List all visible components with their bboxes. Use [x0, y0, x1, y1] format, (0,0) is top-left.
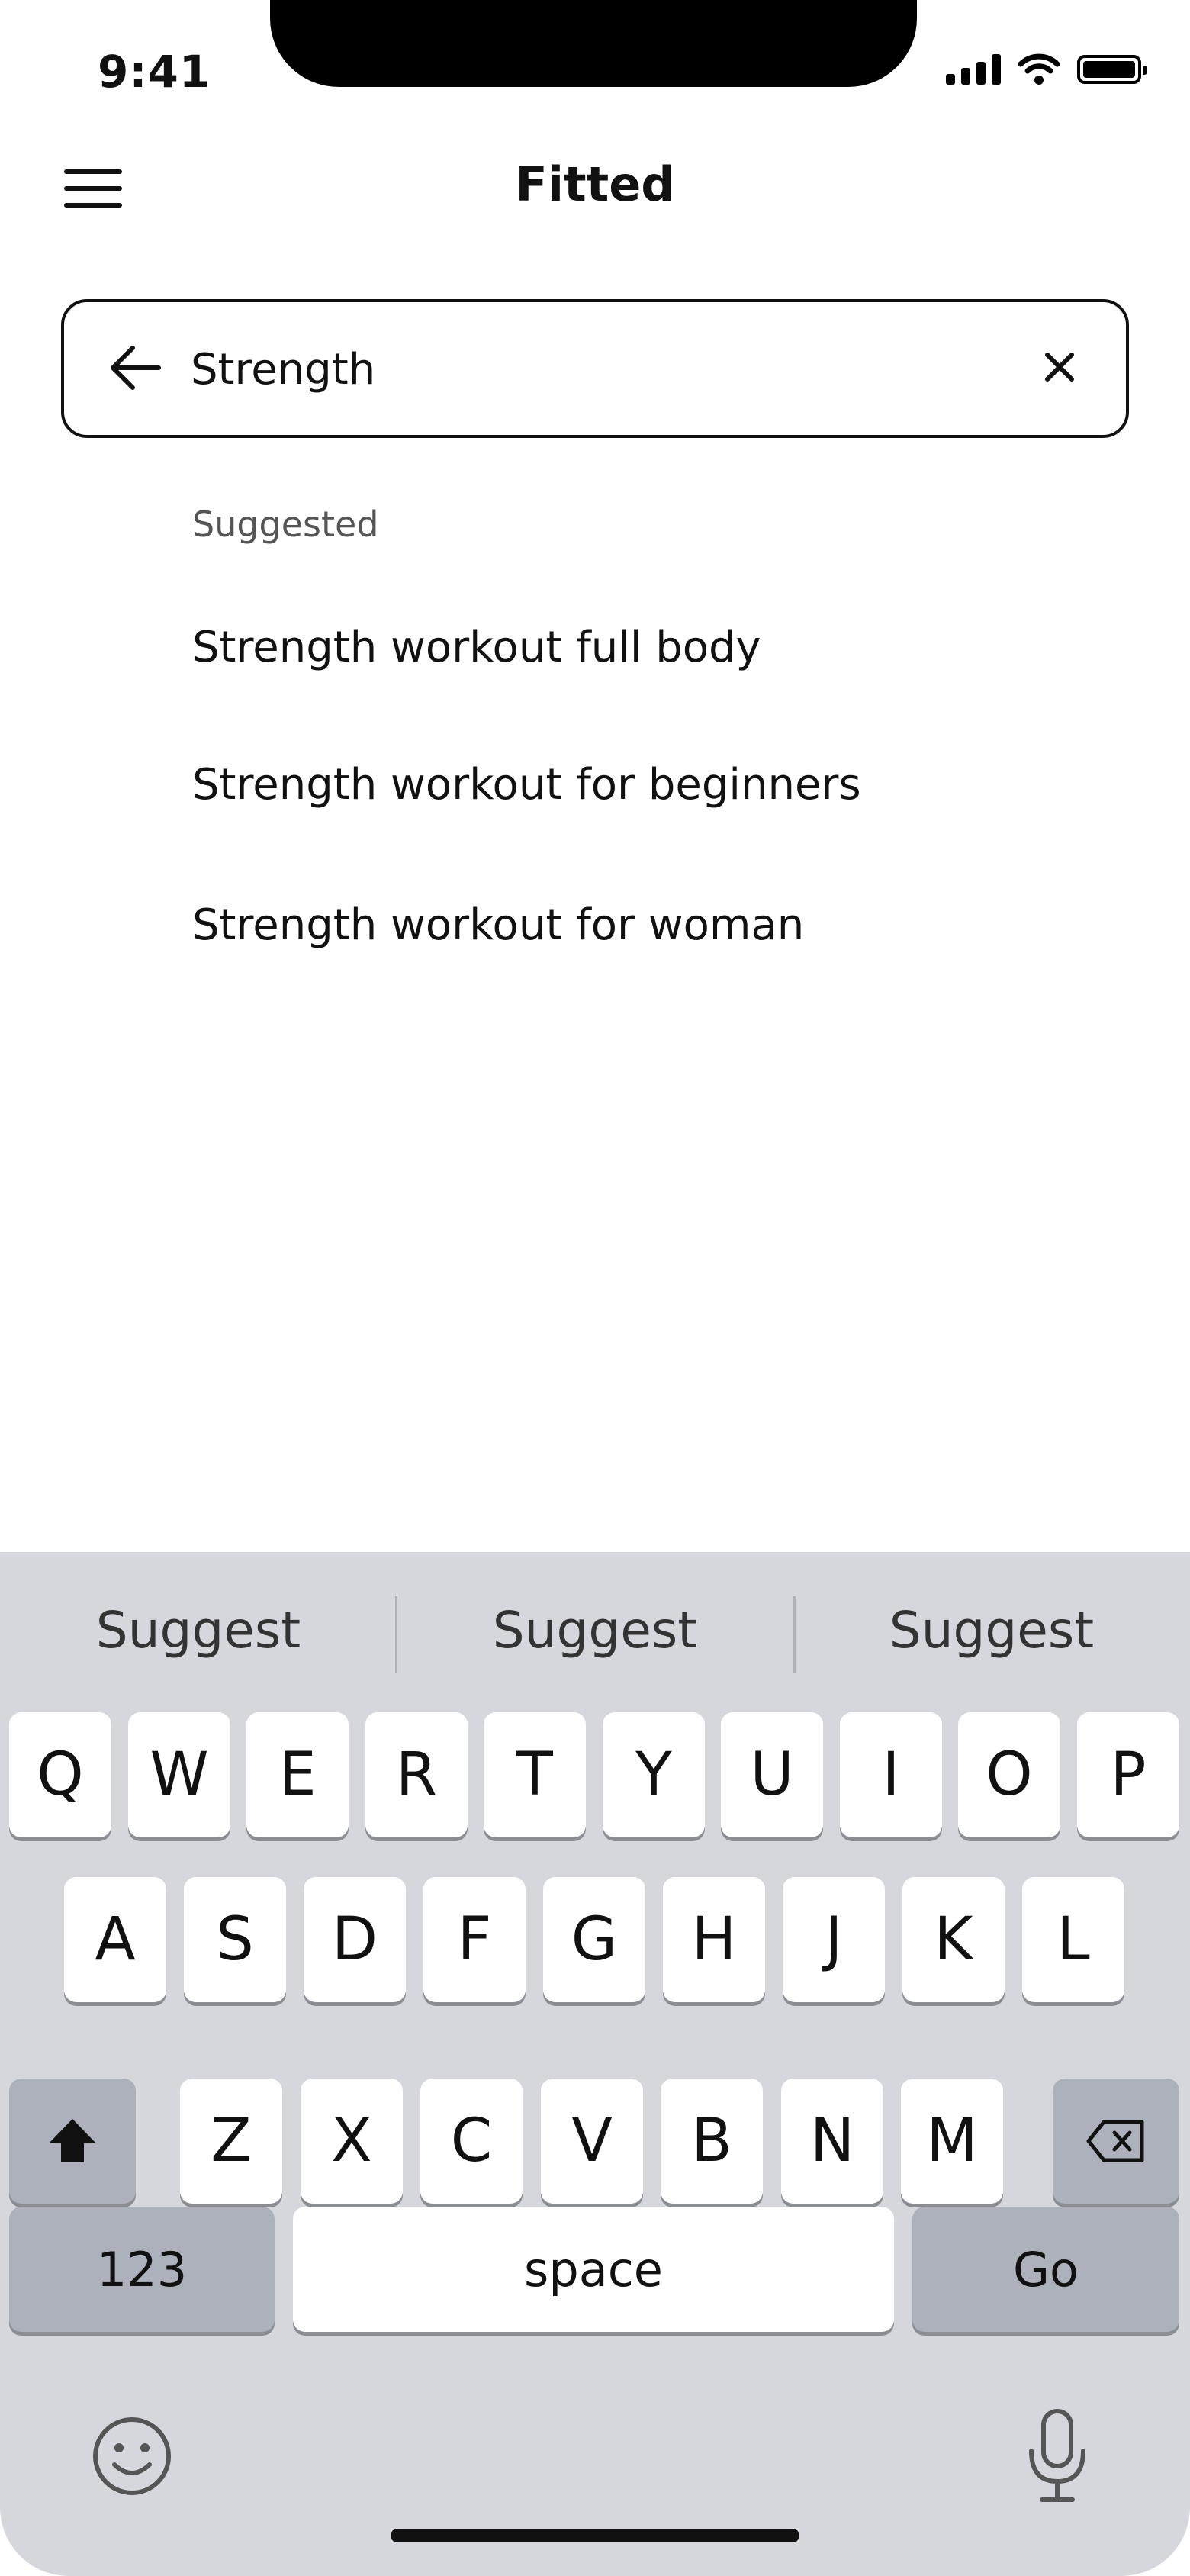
key-a[interactable]: A	[64, 1877, 166, 2002]
key-f[interactable]: F	[423, 1877, 526, 2002]
key-s[interactable]: S	[184, 1877, 286, 2002]
home-indicator[interactable]	[391, 2529, 799, 2542]
key-d[interactable]: D	[304, 1877, 406, 2002]
key-m[interactable]: M	[901, 2079, 1003, 2204]
key-o[interactable]: O	[958, 1712, 1060, 1837]
app-title: Fitted	[515, 156, 675, 212]
keyboard: Suggest Suggest Suggest QWERTYUIOP ASDFG…	[0, 1552, 1190, 2576]
key-v[interactable]: V	[541, 2079, 643, 2204]
key-b[interactable]: B	[661, 2079, 763, 2204]
back-arrow-icon[interactable]	[104, 337, 165, 398]
key-w[interactable]: W	[128, 1712, 230, 1837]
battery-icon	[1077, 55, 1147, 84]
status-time: 9:41	[98, 46, 211, 98]
key-y[interactable]: Y	[603, 1712, 705, 1837]
key-k[interactable]: K	[902, 1877, 1005, 2002]
go-key[interactable]: Go	[912, 2207, 1179, 2332]
shift-arrow-icon	[49, 2119, 96, 2162]
prediction-suggestion[interactable]: Suggest	[793, 1601, 1190, 1660]
notch	[270, 0, 917, 87]
shift-key[interactable]	[9, 2079, 136, 2204]
key-u[interactable]: U	[721, 1712, 823, 1837]
suggestion-item[interactable]: Strength workout for beginners	[192, 760, 861, 810]
suggestion-item[interactable]: Strength workout full body	[192, 623, 761, 672]
key-z[interactable]: Z	[180, 2079, 282, 2204]
key-n[interactable]: N	[781, 2079, 883, 2204]
wifi-icon	[1018, 53, 1060, 85]
key-c[interactable]: C	[420, 2079, 523, 2204]
key-r[interactable]: R	[365, 1712, 468, 1837]
search-input[interactable]	[191, 325, 999, 414]
prediction-suggestion[interactable]: Suggest	[0, 1601, 397, 1660]
key-l[interactable]: L	[1022, 1877, 1124, 2002]
space-key[interactable]: space	[293, 2207, 894, 2332]
emoji-icon[interactable]	[90, 2414, 174, 2498]
key-j[interactable]: J	[783, 1877, 885, 2002]
key-t[interactable]: T	[484, 1712, 586, 1837]
key-p[interactable]: P	[1077, 1712, 1179, 1837]
key-x[interactable]: X	[301, 2079, 403, 2204]
search-bar	[61, 299, 1129, 438]
backspace-key[interactable]	[1053, 2079, 1179, 2204]
suggested-header: Suggested	[192, 504, 379, 545]
status-icons	[946, 53, 1147, 85]
key-g[interactable]: G	[543, 1877, 645, 2002]
key-e[interactable]: E	[246, 1712, 349, 1837]
key-i[interactable]: I	[840, 1712, 942, 1837]
key-q[interactable]: Q	[9, 1712, 111, 1837]
key-h[interactable]: H	[663, 1877, 765, 2002]
clear-icon[interactable]	[1033, 340, 1086, 394]
prediction-suggestion[interactable]: Suggest	[397, 1601, 793, 1660]
suggestion-item[interactable]: Strength workout for woman	[192, 900, 804, 950]
phone-screen: 9:41 Fitted Suggested Strength workout f…	[0, 0, 1190, 2576]
cellular-signal-icon	[946, 54, 1001, 85]
microphone-icon[interactable]	[1019, 2407, 1095, 2506]
backspace-icon	[1086, 2120, 1144, 2162]
numbers-key[interactable]: 123	[9, 2207, 275, 2332]
